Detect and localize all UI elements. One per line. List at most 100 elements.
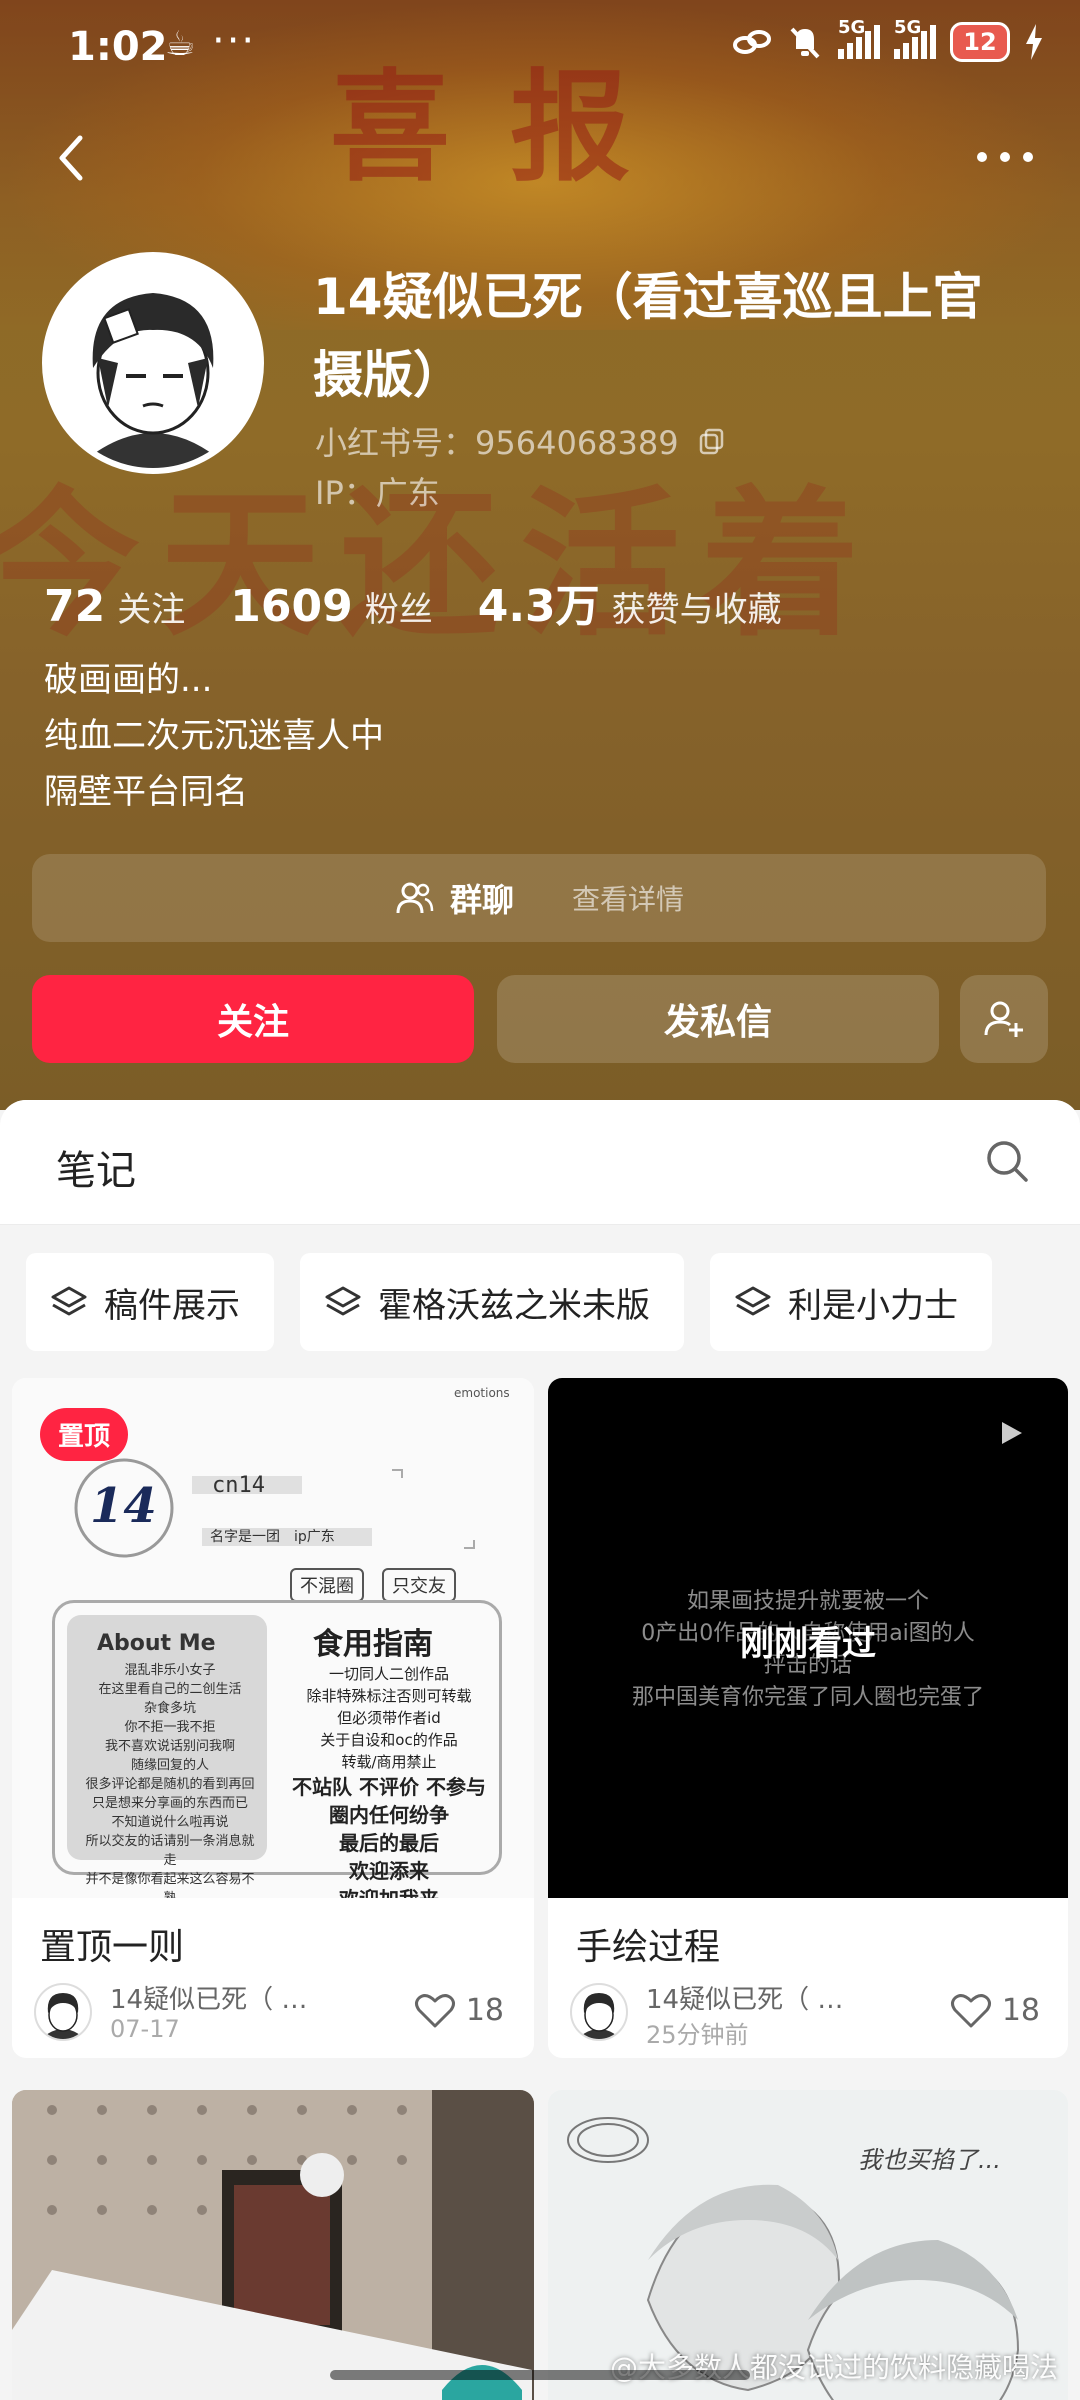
- guide-card: About Me 混乱非乐小女子 在这里看自己的二创生活 杂食多坑 你不拒一我不…: [52, 1600, 502, 1898]
- guide-bold-line: 圈内任何纷争: [329, 1803, 449, 1827]
- avatar[interactable]: [42, 252, 264, 474]
- guide-title: 食用指南: [313, 1627, 433, 1662]
- note-thumbnail: 置顶 emotions 14 cn14 名字是一团 ip广东 不混圈 只交友 A…: [12, 1378, 534, 1898]
- about-title: About Me: [97, 1631, 216, 1656]
- collection-chip-label: 利是小力士: [788, 1285, 958, 1326]
- about-line: 只是想来分享画的东西而已: [91, 1796, 248, 1811]
- group-chat-label: 群聊: [449, 881, 514, 919]
- author-avatar-illustration: [582, 1993, 616, 2039]
- pinned-badge: 置顶: [40, 1408, 129, 1461]
- stat-following[interactable]: 72 关注: [44, 581, 185, 632]
- recently-viewed-label: 刚刚看过: [740, 1624, 876, 1664]
- mute-icon: [790, 27, 820, 59]
- battery-icon: 12: [950, 22, 1010, 62]
- back-icon[interactable]: [44, 128, 104, 188]
- about-line: 随缘回复的人: [130, 1758, 209, 1773]
- group-detail-link[interactable]: 查看详情: [572, 878, 684, 918]
- group-icon: [396, 882, 434, 914]
- about-line: 我不喜欢说话别问我啊: [104, 1739, 235, 1754]
- stat-following-label: 关注: [117, 590, 186, 630]
- video-caption-line: 如果画技提升就要被一个: [686, 1589, 929, 1614]
- collection-chip[interactable]: 稿件展示: [26, 1253, 274, 1351]
- status-bar: 1:02 ☕ ··· 5G 5G 12: [0, 0, 1080, 100]
- stat-likes[interactable]: 4.3万 获赞与收藏: [478, 570, 782, 634]
- collection-chip-label: 稿件展示: [104, 1285, 240, 1326]
- stat-likes-label: 获赞与收藏: [611, 590, 782, 630]
- stat-followers-label: 粉丝: [364, 590, 433, 630]
- bio-line: 隔壁平台同名: [44, 772, 248, 812]
- about-line: 混乱非乐小女子: [124, 1663, 216, 1678]
- about-line: 不知道说什么啦再说: [111, 1815, 229, 1830]
- stat-likes-num: 4.3万: [477, 581, 600, 632]
- guide-line: 一切同人二创作品: [328, 1665, 449, 1683]
- layers-icon: [51, 1286, 87, 1316]
- layers-icon: [325, 1286, 361, 1316]
- add-friend-button[interactable]: [960, 975, 1048, 1063]
- profile-name: 14疑似已死（看过喜巡且上官摄版）: [313, 268, 983, 404]
- user-id-row: 小红书号：9564068389: [315, 418, 727, 464]
- heart-icon: [950, 1994, 991, 2028]
- note-thumbnail: [12, 2090, 534, 2400]
- thumb-tag-2: 只交友: [382, 1568, 456, 1602]
- network-label-2: 5G: [894, 17, 922, 38]
- thumb-tag-1: 不混圈: [290, 1568, 364, 1602]
- author-avatar[interactable]: [570, 1983, 628, 2041]
- like-button[interactable]: 18: [414, 1991, 504, 2029]
- note-time: 25分钟前: [646, 2021, 749, 2049]
- user-id-label: 小红书号：: [315, 424, 476, 462]
- top-nav: [0, 120, 1080, 200]
- about-line: 所以交友的话请别一条消息就走: [85, 1834, 255, 1868]
- follow-button[interactable]: 关注: [32, 975, 474, 1063]
- user-id: 9564068389: [475, 424, 679, 462]
- video-play-icon: [1002, 1422, 1022, 1444]
- note-card[interactable]: [12, 2090, 534, 2400]
- guide-line: 关于自设和oc的作品: [320, 1731, 458, 1749]
- note-thumbnail: 如果画技提升就要被一个 0产出0作品的人自称使用ai图的人 抨击的话 那中国美育…: [548, 1378, 1068, 1898]
- notes-tab[interactable]: 笔记: [56, 1138, 136, 1196]
- group-chat-bar[interactable]: 群聊 查看详情: [32, 854, 1046, 942]
- collection-chip-label: 霍格沃兹之米未版: [378, 1285, 650, 1326]
- add-user-icon: [984, 1001, 1023, 1037]
- pegboard-photo: [12, 2090, 534, 2400]
- note-title: 手绘过程: [576, 1927, 721, 1968]
- about-line: 你不拒一我不拒: [124, 1720, 216, 1735]
- sketch-handwriting: 我也买掐了...: [858, 2146, 1001, 2174]
- collection-chip[interactable]: 霍格沃兹之米未版: [300, 1253, 684, 1351]
- stats-row: 72 关注 1609 粉丝 4.3万 获赞与收藏: [44, 570, 827, 634]
- home-indicator[interactable]: [330, 2370, 750, 2380]
- guide-bold-line: 最后的最后: [339, 1831, 439, 1855]
- guide-line: 除非特殊标注否则可转载: [306, 1687, 472, 1705]
- search-icon[interactable]: [984, 1138, 1030, 1184]
- stat-followers[interactable]: 1609 粉丝: [230, 581, 432, 632]
- action-buttons: 关注 发私信: [32, 975, 1048, 1063]
- bio: 破画画的... 纯血二次元沉迷喜人中 隔壁平台同名: [44, 652, 384, 820]
- note-time: 07-17: [110, 2015, 180, 2043]
- copy-icon[interactable]: [697, 426, 727, 456]
- watermark: @大多数人都没试过的饮料隐藏喝法: [610, 2351, 1059, 2384]
- thumb-handle: cn14: [212, 1473, 265, 1498]
- note-card[interactable]: 如果画技提升就要被一个 0产出0作品的人自称使用ai图的人 抨击的话 那中国美育…: [548, 1378, 1068, 2058]
- ip-location: IP：广东: [315, 468, 440, 514]
- note-meta: 14疑似已死（ … 25分钟前 18: [570, 1983, 1050, 2053]
- status-time: 1:02: [68, 24, 168, 70]
- about-line: 杂食多坑: [143, 1701, 196, 1716]
- note-meta: 14疑似已死（ … 07-17 18: [34, 1983, 514, 2053]
- collection-chip[interactable]: 利是小力士: [710, 1253, 992, 1351]
- guide-line: 但必须带作者id: [337, 1709, 441, 1727]
- bio-line: 破画画的...: [44, 660, 213, 700]
- author-name: 14疑似已死（ …: [110, 1985, 308, 2015]
- network-label-1: 5G: [838, 17, 866, 38]
- more-icon[interactable]: [970, 142, 1040, 172]
- guide-bold-line: 欢迎添来: [349, 1859, 429, 1883]
- app-notification-icon: ☕: [165, 24, 196, 64]
- guide-line: 转载/商用禁止: [341, 1753, 437, 1771]
- guide-lines: 一切同人二创作品 除非特殊标注否则可转载 但必须带作者id 关于自设和oc的作品…: [275, 1663, 503, 1898]
- ip-value: 广东: [375, 474, 440, 512]
- note-card[interactable]: 置顶 emotions 14 cn14 名字是一团 ip广东 不混圈 只交友 A…: [12, 1378, 534, 2058]
- like-count: 18: [465, 1992, 504, 2028]
- message-button[interactable]: 发私信: [497, 975, 939, 1063]
- like-button[interactable]: 18: [950, 1991, 1040, 2029]
- author-avatar[interactable]: [34, 1983, 92, 2041]
- about-lines: 混乱非乐小女子 在这里看自己的二创生活 杂食多坑 你不拒一我不拒 我不喜欢说话别…: [85, 1661, 255, 1898]
- notes-sheet: 笔记 稿件展示 霍格沃兹之米未版 利是小力士 置顶 emotions 14 cn…: [0, 1100, 1080, 2400]
